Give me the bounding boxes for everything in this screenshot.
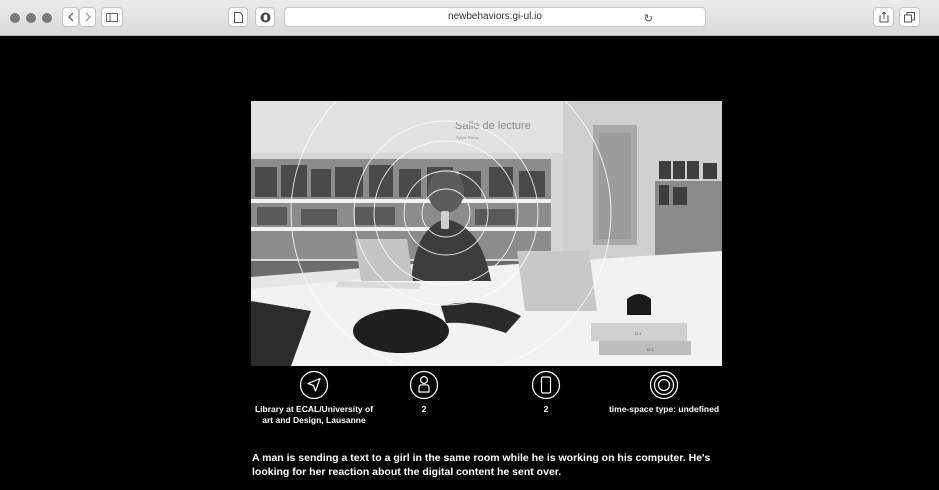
share-icon [879, 11, 888, 23]
forward-button[interactable] [79, 7, 96, 27]
people-count: 2 [421, 404, 427, 414]
back-button[interactable] [62, 7, 79, 27]
privacy-icon [260, 12, 270, 22]
sidebar-icon [106, 12, 118, 22]
scene-photo: Salle de lecture Sylvie Fleury D-1 D-1 [251, 101, 722, 366]
close-window-button[interactable] [10, 13, 20, 23]
sidebar-button[interactable] [101, 7, 123, 27]
reader-button[interactable] [228, 7, 248, 27]
minimize-window-button[interactable] [26, 13, 36, 23]
devices-count: 2 [543, 404, 549, 414]
sign-subtitle: Sylvie Fleury [456, 135, 479, 140]
box-label-1: D-1 [635, 331, 642, 336]
time-space-icon [649, 370, 679, 400]
page-icon [233, 11, 243, 23]
tabs-button[interactable] [899, 7, 920, 27]
url-text: newbehaviors.gi-ul.io [448, 11, 542, 22]
tabs-icon [904, 11, 915, 22]
address-bar[interactable]: newbehaviors.gi-ul.io ↻ [284, 7, 706, 27]
reload-icon[interactable]: ↻ [644, 10, 653, 28]
info-location: Library at ECAL/University of art and De… [254, 370, 374, 426]
info-time-space: time-space type: undefined [604, 370, 724, 415]
person-icon [409, 370, 439, 400]
library-scene-illustration: Salle de lecture Sylvie Fleury D-1 D-1 [251, 101, 722, 366]
location-arrow-icon [299, 370, 329, 400]
chevron-right-icon [85, 12, 91, 22]
info-people: 2 [364, 370, 484, 415]
location-text: Library at ECAL/University of art and De… [254, 404, 374, 425]
sign-title: Salle de lecture [455, 120, 531, 132]
phone-icon [531, 370, 561, 400]
box-label-2: D-1 [647, 347, 654, 352]
extension-button[interactable] [255, 7, 275, 27]
browser-toolbar: newbehaviors.gi-ul.io ↻ [0, 0, 939, 36]
share-button[interactable] [873, 7, 894, 27]
chevron-left-icon [67, 12, 73, 22]
info-devices: 2 [486, 370, 606, 415]
time-space-text: time-space type: undefined [608, 404, 720, 414]
scene-caption: A man is sending a text to a girl in the… [252, 452, 711, 478]
zoom-window-button[interactable] [42, 13, 52, 23]
